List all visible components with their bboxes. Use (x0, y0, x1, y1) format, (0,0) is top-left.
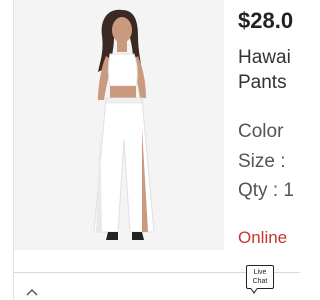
quantity-option[interactable]: Qty : 1 (238, 180, 294, 202)
live-chat-label-line-1: Live (253, 269, 267, 276)
size-option[interactable]: Size : (238, 151, 286, 173)
live-chat-button[interactable]: Live Chat (246, 265, 274, 294)
product-price: $28.0 (238, 8, 294, 33)
product-page: $28.0 Hawai Pants Color Size : Qty : 1 O… (0, 0, 300, 300)
product-title-line-1: Hawai (238, 47, 291, 68)
product-image[interactable] (14, 0, 224, 250)
color-option[interactable]: Color (238, 121, 283, 143)
model-photo-illustration (14, 0, 224, 250)
left-gutter (0, 0, 14, 300)
availability-status: Online (238, 228, 288, 247)
chevron-up-icon[interactable] (24, 284, 40, 300)
product-title-line-2: Pants (238, 72, 287, 93)
live-chat-label-line-2: Chat (252, 278, 268, 285)
